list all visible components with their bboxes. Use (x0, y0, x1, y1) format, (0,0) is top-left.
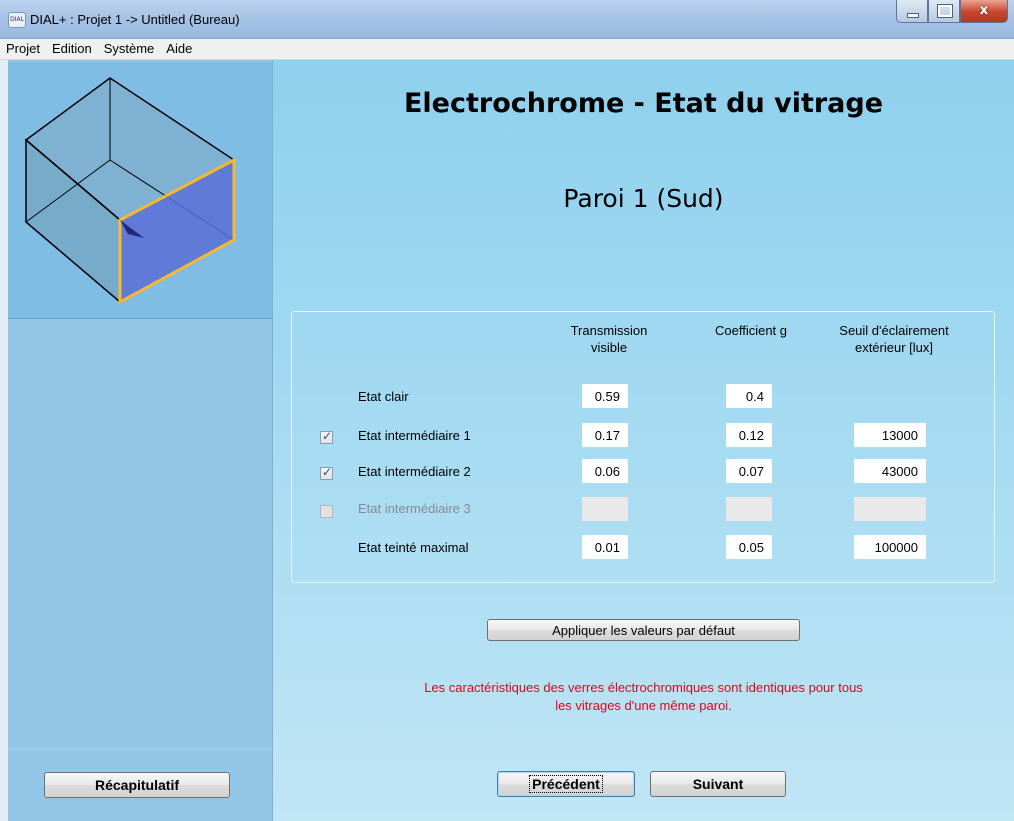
title-bar: DIAL DIAL+ : Projet 1 -> Untitled (Burea… (0, 0, 1014, 39)
transmission-etat-intermediaire-1[interactable] (582, 423, 628, 447)
sidebar: Récapitulatif (0, 60, 273, 821)
col-header-threshold: Seuil d'éclairement extérieur [lux] (814, 322, 974, 356)
col-header-transmission-line1: Transmission (570, 323, 648, 338)
checkbox-etat-intermediaire-1[interactable]: ✓ (320, 429, 333, 444)
menu-aide[interactable]: Aide (160, 39, 198, 59)
coefficient-etat-intermediaire-2[interactable] (726, 459, 772, 483)
room-3d-preview[interactable] (8, 62, 272, 319)
row-label-etat-intermediaire-3: Etat intermédiaire 3 (358, 501, 471, 516)
row-label-etat-intermediaire-2: Etat intermédiaire 2 (358, 464, 471, 479)
col-header-coefficient: Coefficient g (714, 323, 788, 338)
col-header-threshold-line2: extérieur [lux] (854, 340, 934, 355)
menu-systeme[interactable]: Système (98, 39, 161, 59)
apply-defaults-button[interactable]: Appliquer les valeurs par défaut (487, 619, 800, 641)
wall-subtitle: Paroi 1 (Sud) (563, 184, 724, 213)
page-title: Electrochrome - Etat du vitrage (403, 88, 884, 119)
col-header-transmission: Transmission visible (554, 322, 664, 356)
col-header-transmission-line2: visible (590, 340, 628, 355)
coefficient-etat-intermediaire-3[interactable] (726, 497, 772, 521)
checkbox-etat-intermediaire-2[interactable]: ✓ (320, 465, 333, 480)
summary-button-label: Récapitulatif (94, 777, 179, 793)
apply-defaults-label: Appliquer les valeurs par défaut (552, 622, 735, 638)
info-note: Les caractéristiques des verres électroc… (273, 679, 1014, 715)
row-label-etat-teinte-maximal: Etat teinté maximal (358, 540, 469, 555)
room-cube-drawing (24, 77, 236, 305)
window-title: DIAL+ : Projet 1 -> Untitled (Bureau) (30, 12, 240, 27)
threshold-etat-intermediaire-1[interactable] (854, 423, 926, 447)
menu-edition[interactable]: Edition (46, 39, 98, 59)
previous-button-label: Précédent (529, 775, 603, 793)
row-label-etat-clair: Etat clair (358, 389, 409, 404)
minimize-button[interactable] (896, 0, 928, 23)
row-label-etat-intermediaire-1: Etat intermédiaire 1 (358, 428, 471, 443)
next-button[interactable]: Suivant (650, 771, 786, 797)
transmission-etat-intermediaire-2[interactable] (582, 459, 628, 483)
sidebar-divider (8, 748, 272, 749)
check-mark-icon: ✓ (322, 429, 333, 443)
coefficient-etat-intermediaire-1[interactable] (726, 423, 772, 447)
window-controls: x (896, 0, 1008, 24)
close-icon: x (979, 3, 989, 18)
info-note-line1: Les caractéristiques des verres électroc… (424, 680, 863, 695)
transmission-etat-teinte-maximal[interactable] (582, 535, 628, 559)
glazing-states-panel: Transmission visible Coefficient g Seuil… (291, 311, 995, 583)
coefficient-etat-clair[interactable] (726, 384, 772, 408)
close-button[interactable]: x (960, 0, 1008, 23)
main-panel: Electrochrome - Etat du vitrage Paroi 1 … (273, 60, 1014, 821)
menu-projet[interactable]: Projet (0, 39, 46, 59)
check-mark-icon: ✓ (322, 465, 333, 479)
maximize-icon (937, 4, 953, 18)
next-button-label: Suivant (692, 776, 744, 792)
summary-button[interactable]: Récapitulatif (44, 772, 230, 798)
app-icon: DIAL (8, 12, 26, 28)
transmission-etat-clair[interactable] (582, 384, 628, 408)
coefficient-etat-teinte-maximal[interactable] (726, 535, 772, 559)
previous-button[interactable]: Précédent (497, 771, 635, 797)
transmission-etat-intermediaire-3[interactable] (582, 497, 628, 521)
threshold-etat-intermediaire-2[interactable] (854, 459, 926, 483)
sidebar-edge (0, 60, 8, 821)
info-note-line2: les vitrages d'une même paroi. (555, 698, 732, 713)
maximize-button[interactable] (928, 0, 960, 23)
col-header-threshold-line1: Seuil d'éclairement (839, 323, 949, 338)
threshold-etat-intermediaire-3[interactable] (854, 497, 926, 521)
threshold-etat-teinte-maximal[interactable] (854, 535, 926, 559)
checkbox-etat-intermediaire-3[interactable] (320, 505, 333, 518)
minimize-icon (907, 13, 919, 18)
menu-bar: Projet Edition Système Aide (0, 39, 1014, 60)
